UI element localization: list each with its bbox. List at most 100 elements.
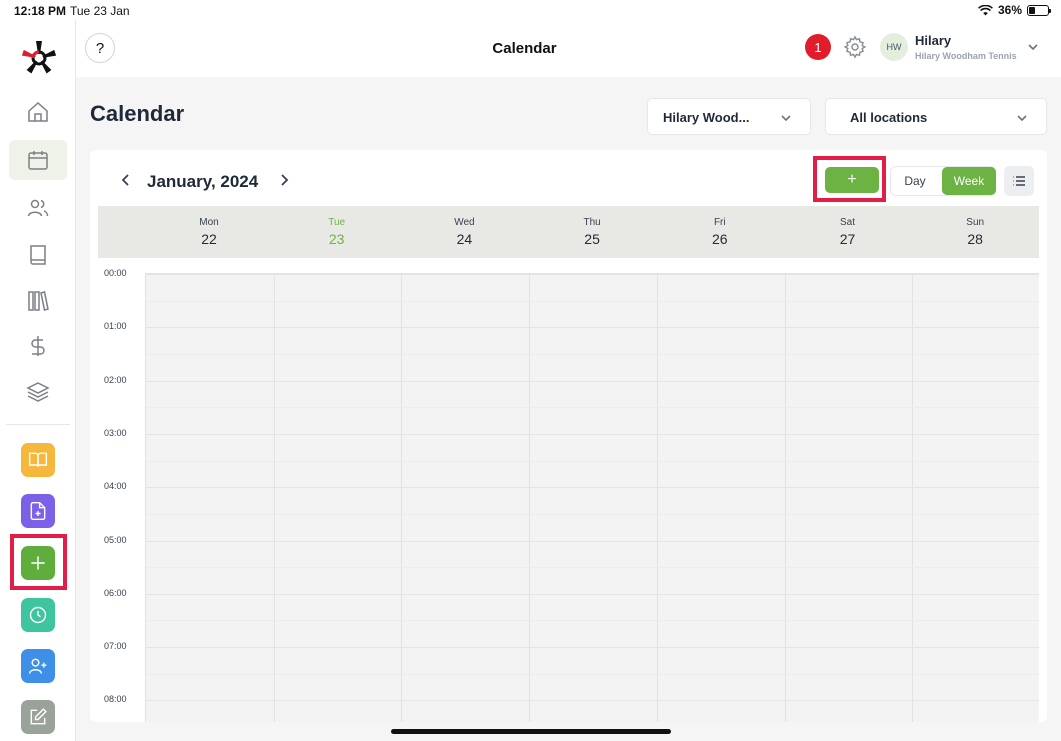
grid-half-hour-line	[146, 567, 1039, 569]
top-bar: ? Calendar 1 HW Hilary Hilary Woodham Te…	[76, 20, 1061, 77]
sidebar-divider	[6, 424, 70, 425]
calendar-card: January, 2024 + Day Week Mon 22 Tue 23 Wed 24…	[90, 150, 1047, 722]
day-number: 26	[712, 231, 728, 247]
time-label: 06:00	[104, 587, 127, 598]
day-header-sat[interactable]: Sat 27	[784, 206, 912, 258]
users-icon	[27, 199, 49, 217]
time-label: 05:00	[104, 534, 127, 545]
time-label: 04:00	[104, 481, 127, 492]
day-number: 27	[839, 231, 856, 247]
home-icon	[28, 101, 48, 122]
user-plus-icon	[28, 658, 47, 674]
grid-half-hour-line	[146, 513, 1039, 515]
day-name: Sat	[839, 217, 855, 228]
day-header-thu[interactable]: Thu 25	[528, 206, 656, 258]
grid-column-divider	[529, 274, 531, 722]
calendar-icon	[28, 151, 48, 170]
chevron-down-icon	[1016, 112, 1028, 124]
status-bar: 12:18 PM Tue 23 Jan 36%	[0, 0, 1061, 20]
coach-select[interactable]: Hilary Wood...	[647, 98, 811, 135]
day-header-wed[interactable]: Wed 24	[400, 206, 528, 258]
grid-hour-line	[146, 274, 1039, 275]
view-toggle: Day Week	[890, 166, 996, 196]
grid-column-divider	[273, 274, 275, 722]
quick-action-edit[interactable]	[21, 700, 55, 734]
battery-fill	[1029, 6, 1036, 14]
grid-hour-line	[146, 593, 1039, 595]
chevron-down-icon	[1028, 44, 1038, 51]
quick-action-new-document[interactable]	[21, 494, 55, 528]
day-header-fri[interactable]: Fri 26	[656, 206, 784, 258]
list-view-button[interactable]	[1004, 166, 1034, 196]
grid-hour-line	[146, 540, 1039, 542]
quick-action-open-book[interactable]	[21, 443, 55, 477]
time-label: 01:00	[104, 321, 127, 332]
sidebar-item-calendar[interactable]	[9, 140, 67, 180]
week-days-header: Mon 22 Tue 23 Wed 24 Thu 25 Fri 26 Sat 27 Sun 28	[98, 206, 1039, 258]
file-plus-icon	[30, 501, 46, 521]
home-indicator	[391, 729, 671, 734]
day-header-mon[interactable]: Mon 22	[145, 206, 273, 258]
app-logo	[21, 40, 57, 76]
notification-badge[interactable]: 1	[805, 34, 831, 60]
day-name: Mon	[199, 217, 219, 228]
top-bar-title: Calendar	[492, 40, 557, 57]
time-label: 07:00	[104, 641, 127, 652]
settings-button[interactable]	[843, 35, 867, 59]
location-select[interactable]: All locations	[825, 98, 1047, 135]
view-day-button[interactable]: Day	[891, 167, 939, 195]
grid-half-hour-line	[146, 407, 1039, 409]
grid-half-hour-line	[146, 353, 1039, 355]
chevron-right-icon	[281, 174, 289, 186]
week-time-grid[interactable]	[145, 273, 1039, 722]
book-icon	[30, 245, 46, 265]
sidebar-item-payments[interactable]	[9, 326, 67, 366]
wifi-icon	[978, 4, 993, 15]
battery-percent: 36%	[997, 3, 1022, 17]
day-number: 23	[328, 231, 345, 247]
day-name: Fri	[713, 217, 726, 228]
list-icon	[1013, 176, 1025, 186]
chevron-left-icon	[121, 174, 129, 186]
grid-hour-line	[146, 380, 1039, 382]
sidebar-add-highlight	[10, 534, 67, 590]
sidebar-item-people[interactable]	[9, 188, 67, 228]
grid-hour-line	[146, 327, 1039, 329]
book-open-icon	[28, 452, 48, 467]
day-name: Sun	[966, 217, 985, 228]
coach-select-value: Hilary Wood...	[663, 110, 750, 125]
sidebar-item-home[interactable]	[9, 92, 67, 132]
time-label: 03:00	[104, 427, 127, 438]
day-number: 24	[456, 231, 473, 247]
user-name[interactable]: Hilary	[915, 33, 951, 48]
grid-column-divider	[656, 274, 658, 722]
next-month-button[interactable]	[276, 172, 294, 190]
sidebar-item-book[interactable]	[9, 235, 67, 275]
previous-month-button[interactable]	[118, 172, 136, 190]
library-icon	[28, 291, 49, 311]
day-name: Wed	[454, 217, 475, 228]
status-date: Tue 23 Jan	[70, 4, 130, 18]
quick-action-clock[interactable]	[21, 598, 55, 632]
grid-hour-line	[146, 487, 1039, 489]
sidebar-item-layers[interactable]	[9, 372, 67, 412]
edit-icon	[30, 708, 47, 725]
battery-icon	[1027, 4, 1051, 16]
avatar[interactable]: HW	[880, 33, 908, 61]
status-right: 36%	[978, 3, 1051, 17]
day-header-sun[interactable]: Sun 28	[911, 206, 1039, 258]
day-header-tue[interactable]: Tue 23	[273, 206, 401, 258]
grid-half-hour-line	[146, 300, 1039, 302]
view-week-button[interactable]: Week	[942, 167, 996, 195]
day-number: 25	[584, 231, 600, 247]
grid-column-divider	[912, 274, 914, 722]
add-event-highlight	[813, 156, 886, 202]
quick-action-add-user[interactable]	[21, 649, 55, 683]
grid-half-hour-line	[146, 673, 1039, 675]
time-label: 00:00	[104, 268, 127, 278]
grid-hour-line	[146, 433, 1039, 435]
day-name: Tue	[328, 217, 346, 228]
sidebar-item-library[interactable]	[9, 281, 67, 321]
user-menu-toggle[interactable]	[1027, 40, 1039, 52]
page-title: Calendar	[90, 101, 185, 126]
